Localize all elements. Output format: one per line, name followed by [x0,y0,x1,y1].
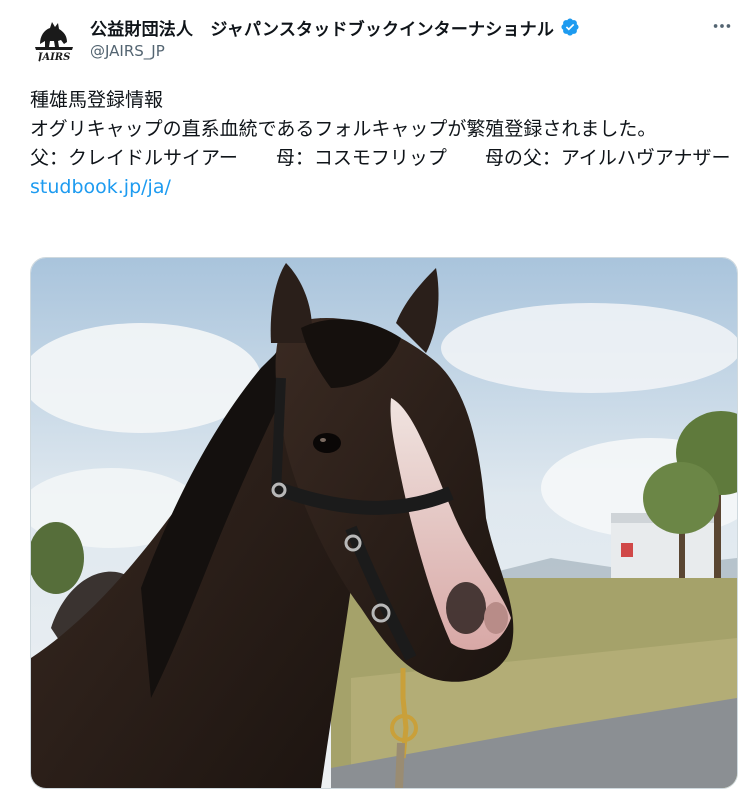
author-handle[interactable]: @JAIRS_JP [90,42,165,60]
avatar[interactable]: JAIRS [28,14,80,66]
tweet-text-line-title: 種雄馬登録情報 [30,89,164,111]
tweet-text-line-pedigree: 父：クレイドルサイアー 母：コスモフリップ 母の父：アイルハヴアナザー [30,147,731,169]
horse-photo [31,258,737,788]
horse-silhouette-logo-icon: JAIRS [28,14,80,66]
tweet-text: 種雄馬登録情報 オグリキャップの直系血統であるフォルキャップが繁殖登録されました… [30,86,740,202]
tweet-link[interactable]: studbook.jp/ja/ [30,173,740,202]
verified-badge-icon[interactable] [560,17,580,37]
tweet-text-line-announcement: オグリキャップの直系血統であるフォルキャップが繁殖登録されました。 [30,118,657,140]
author-display-name[interactable]: 公益財団法人 ジャパンスタッドブックインターナショナル [90,15,554,40]
author-name-row: 公益財団法人 ジャパンスタッドブックインターナショナル [90,14,580,40]
more-horizontal-icon [713,24,731,28]
tweet-photo[interactable] [30,257,738,789]
avatar-logo-text: JAIRS [36,52,71,63]
tweet: JAIRS 公益財団法人 ジャパンスタッドブックインターナショナル @JAIRS… [0,0,756,797]
more-options-button[interactable] [708,12,736,40]
